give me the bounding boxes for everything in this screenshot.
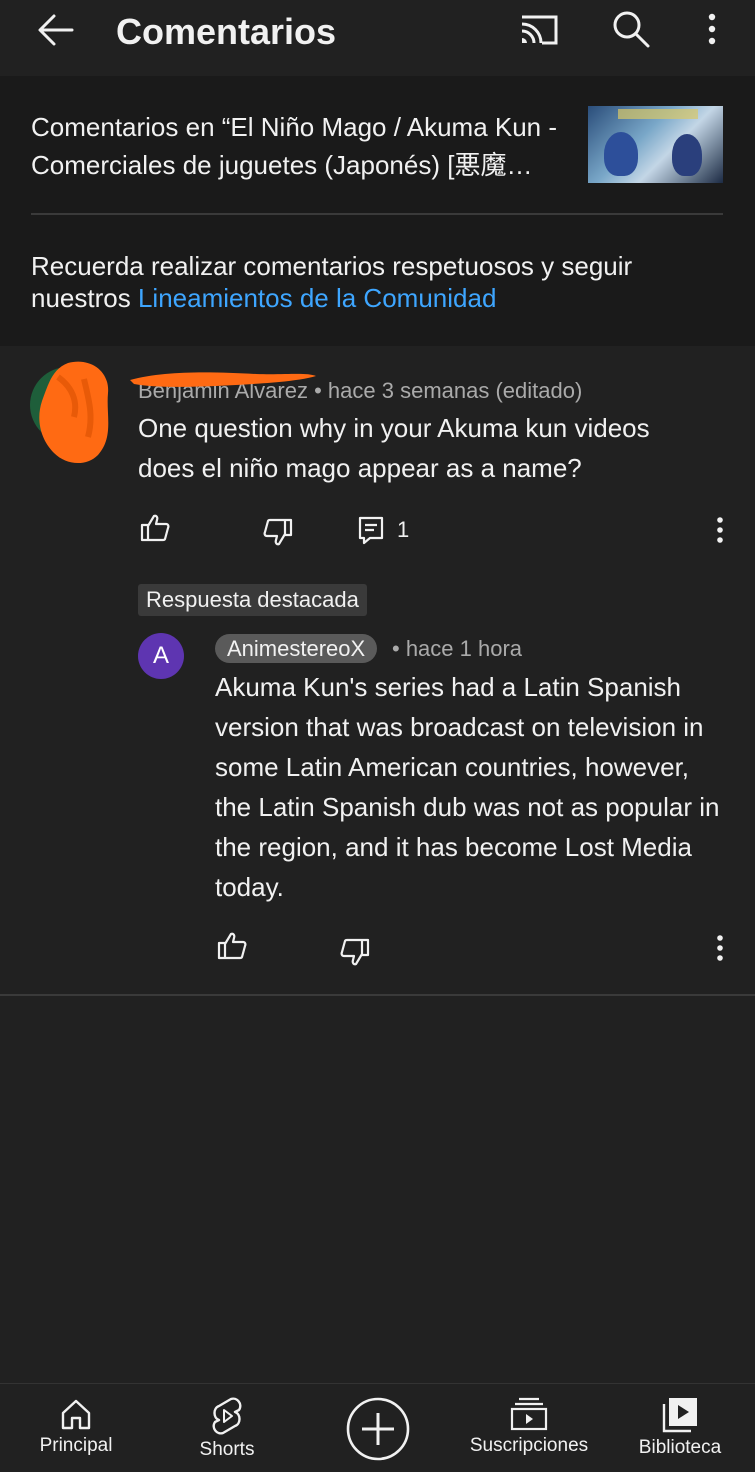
back-arrow-icon[interactable] <box>36 10 76 50</box>
top-app-bar: Comentarios <box>0 0 755 74</box>
reply-author[interactable]: AnimestereoX <box>215 634 378 663</box>
nav-item-create[interactable] <box>340 1384 416 1472</box>
reply-time: • hace 1 hora <box>392 636 523 661</box>
thumbnail-banner <box>618 109 698 119</box>
search-icon[interactable] <box>610 8 652 50</box>
subscriptions-icon <box>510 1397 548 1431</box>
nav-item-biblioteca[interactable]: Biblioteca <box>630 1384 730 1472</box>
thumbnail-figure <box>604 132 638 176</box>
divider <box>0 994 755 996</box>
nav-label: Suscripciones <box>469 1435 589 1456</box>
page-title: Comentarios <box>116 11 337 52</box>
create-plus-icon <box>346 1397 410 1461</box>
comment-text: One question why in your Akuma kun video… <box>138 413 650 483</box>
bottom-navigation: Principal Shorts Suscripciones Bibliotec… <box>0 1383 755 1472</box>
reply-dislike-icon[interactable] <box>339 936 371 968</box>
more-vert-icon[interactable] <box>700 10 724 50</box>
redaction-scribble <box>130 372 316 387</box>
redacted-avatar[interactable] <box>28 357 128 467</box>
home-icon <box>61 1399 91 1430</box>
dislike-icon[interactable] <box>262 516 294 548</box>
cast-icon[interactable] <box>516 10 562 50</box>
divider <box>31 213 723 215</box>
video-thumbnail[interactable] <box>588 106 723 183</box>
reply-like-icon[interactable] <box>216 930 248 962</box>
nav-item-suscripciones[interactable]: Suscripciones <box>462 1384 596 1472</box>
reply-avatar[interactable]: A <box>138 633 184 679</box>
nav-item-shorts[interactable]: Shorts <box>171 1384 283 1472</box>
nav-label: Biblioteca <box>638 1437 722 1458</box>
video-context-title[interactable]: Comentarios en “El Niño Mago / Akuma Kun… <box>31 108 576 184</box>
like-icon[interactable] <box>139 512 171 544</box>
nav-label: Shorts <box>199 1439 255 1460</box>
nav-label: Principal <box>39 1435 113 1456</box>
comment-more-icon[interactable] <box>708 514 732 546</box>
library-icon <box>662 1398 697 1433</box>
guidelines-reminder: Recuerda realizar comentarios respetuoso… <box>31 250 711 314</box>
reply-text: Akuma Kun's series had a Latin Spanish v… <box>215 672 720 902</box>
reply-more-icon[interactable] <box>708 932 732 964</box>
reply-icon[interactable] <box>356 514 388 546</box>
guidelines-link[interactable]: Lineamientos de la Comunidad <box>138 283 496 313</box>
thumbnail-figure <box>672 134 702 176</box>
nav-item-principal[interactable]: Principal <box>20 1384 132 1472</box>
comment-time: hace 3 semanas (editado) <box>327 378 583 403</box>
featured-reply-badge: Respuesta destacada <box>138 584 367 616</box>
shorts-icon <box>212 1397 242 1435</box>
reply-count[interactable]: 1 <box>397 516 409 544</box>
